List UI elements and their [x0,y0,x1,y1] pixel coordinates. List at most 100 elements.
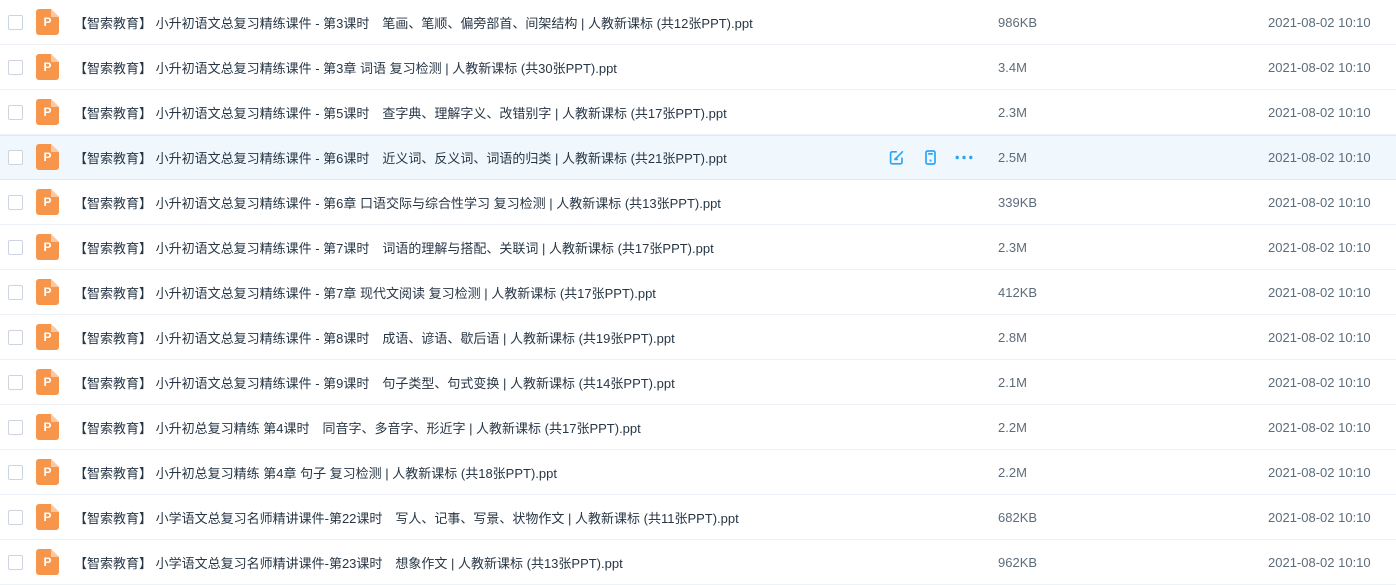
ppt-file-icon: P [36,369,59,395]
row-checkbox[interactable] [8,555,23,570]
file-name[interactable]: 【智索教育】 小升初语文总复习精练课件 - 第9课时 句子类型、句式变换 | 人… [74,373,886,392]
file-size: 986KB [998,15,1268,30]
table-row[interactable]: P 【智索教育】 小升初语文总复习精练课件 - 第9课时 句子类型、句式变换 |… [0,360,1396,405]
ppt-icon-letter: P [43,151,51,163]
file-date: 2021-08-02 10:10 [1268,330,1368,345]
ppt-icon-letter: P [43,331,51,343]
file-date: 2021-08-02 10:10 [1268,420,1368,435]
ppt-icon-letter: P [43,556,51,568]
ppt-icon-letter: P [43,61,51,73]
row-checkbox[interactable] [8,465,23,480]
file-size: 962KB [998,555,1268,570]
table-row[interactable]: P 【智索教育】 小升初语文总复习精练课件 - 第5课时 查字典、理解字义、改错… [0,90,1396,135]
file-name[interactable]: 【智索教育】 小升初语文总复习精练课件 - 第6课时 近义词、反义词、词语的归类… [74,148,886,167]
file-date: 2021-08-02 10:10 [1268,555,1368,570]
file-date: 2021-08-02 10:10 [1268,240,1368,255]
ppt-file-icon: P [36,9,59,35]
file-date: 2021-08-02 10:10 [1268,465,1368,480]
ppt-file-icon: P [36,99,59,125]
table-row[interactable]: P 【智索教育】 小学语文总复习名师精讲课件-第23课时 想象作文 | 人教新课… [0,540,1396,585]
ppt-icon-letter: P [43,511,51,523]
file-name[interactable]: 【智索教育】 小升初语文总复习精练课件 - 第8课时 成语、谚语、歇后语 | 人… [74,328,886,347]
row-checkbox[interactable] [8,150,23,165]
table-row[interactable]: P 【智索教育】 小升初语文总复习精练课件 - 第6章 口语交际与综合性学习 复… [0,180,1396,225]
file-date: 2021-08-02 10:10 [1268,285,1368,300]
file-size: 2.1M [998,375,1268,390]
ppt-icon-fold [51,324,59,332]
edit-icon[interactable] [886,147,906,167]
table-row[interactable]: P 【智索教育】 小升初总复习精练 第4章 句子 复习检测 | 人教新课标 (共… [0,450,1396,495]
ppt-icon-fold [51,369,59,377]
ppt-icon-fold [51,459,59,467]
file-name[interactable]: 【智索教育】 小升初语文总复习精练课件 - 第7课时 词语的理解与搭配、关联词 … [74,238,886,257]
ppt-icon-letter: P [43,16,51,28]
file-name[interactable]: 【智索教育】 小学语文总复习名师精讲课件-第22课时 写人、记事、写景、状物作文… [74,508,886,527]
table-row[interactable]: P 【智索教育】 小学语文总复习名师精讲课件-第22课时 写人、记事、写景、状物… [0,495,1396,540]
file-date: 2021-08-02 10:10 [1268,150,1368,165]
ppt-file-icon: P [36,459,59,485]
ppt-file-icon: P [36,234,59,260]
ppt-icon-fold [51,189,59,197]
file-name[interactable]: 【智索教育】 小学语文总复习名师精讲课件-第23课时 想象作文 | 人教新课标 … [74,553,886,572]
ppt-file-icon: P [36,549,59,575]
ppt-icon-fold [51,504,59,512]
file-size: 2.5M [998,150,1268,165]
ppt-icon-letter: P [43,421,51,433]
table-row[interactable]: P 【智索教育】 小升初语文总复习精练课件 - 第7课时 词语的理解与搭配、关联… [0,225,1396,270]
file-list: P 【智索教育】 小升初语文总复习精练课件 - 第3课时 笔画、笔顺、偏旁部首、… [0,0,1396,577]
ppt-icon-letter: P [43,241,51,253]
file-size: 2.2M [998,465,1268,480]
table-row[interactable]: P 【智索教育】 小升初语文总复习精练课件 - 第7章 现代文阅读 复习检测 |… [0,270,1396,315]
file-name[interactable]: 【智索教育】 小升初语文总复习精练课件 - 第3章 词语 复习检测 | 人教新课… [74,58,886,77]
file-size: 2.3M [998,105,1268,120]
ppt-icon-fold [51,279,59,287]
ppt-icon-letter: P [43,106,51,118]
ppt-icon-fold [51,9,59,17]
ppt-icon-fold [51,54,59,62]
ppt-file-icon: P [36,54,59,80]
row-checkbox[interactable] [8,420,23,435]
table-row[interactable]: P 【智索教育】 小升初语文总复习精练课件 - 第6课时 近义词、反义词、词语的… [0,135,1396,180]
ppt-icon-fold [51,414,59,422]
row-checkbox[interactable] [8,330,23,345]
file-date: 2021-08-02 10:10 [1268,375,1368,390]
file-name[interactable]: 【智索教育】 小升初总复习精练 第4课时 同音字、多音字、形近字 | 人教新课标… [74,418,886,437]
row-checkbox[interactable] [8,60,23,75]
row-checkbox[interactable] [8,510,23,525]
row-checkbox[interactable] [8,105,23,120]
table-row[interactable]: P 【智索教育】 小升初语文总复习精练课件 - 第3章 词语 复习检测 | 人教… [0,45,1396,90]
file-date: 2021-08-02 10:10 [1268,60,1368,75]
file-name[interactable]: 【智索教育】 小升初总复习精练 第4章 句子 复习检测 | 人教新课标 (共18… [74,463,886,482]
ppt-file-icon: P [36,414,59,440]
file-size: 412KB [998,285,1268,300]
row-checkbox[interactable] [8,285,23,300]
file-size: 2.3M [998,240,1268,255]
file-name[interactable]: 【智索教育】 小升初语文总复习精练课件 - 第6章 口语交际与综合性学习 复习检… [74,193,886,212]
ppt-icon-fold [51,144,59,152]
file-name[interactable]: 【智索教育】 小升初语文总复习精练课件 - 第7章 现代文阅读 复习检测 | 人… [74,283,886,302]
ppt-file-icon: P [36,324,59,350]
file-date: 2021-08-02 10:10 [1268,195,1368,210]
file-name[interactable]: 【智索教育】 小升初语文总复习精练课件 - 第3课时 笔画、笔顺、偏旁部首、间架… [74,13,886,32]
ppt-icon-fold [51,99,59,107]
row-checkbox[interactable] [8,15,23,30]
row-checkbox[interactable] [8,240,23,255]
more-icon[interactable] [954,147,974,167]
row-checkbox[interactable] [8,195,23,210]
file-date: 2021-08-02 10:10 [1268,510,1368,525]
table-row[interactable]: P 【智索教育】 小升初语文总复习精练课件 - 第8课时 成语、谚语、歇后语 |… [0,315,1396,360]
file-name[interactable]: 【智索教育】 小升初语文总复习精练课件 - 第5课时 查字典、理解字义、改错别字… [74,103,886,122]
mobile-icon[interactable] [920,147,940,167]
table-row[interactable]: P 【智索教育】 小升初总复习精练 第4课时 同音字、多音字、形近字 | 人教新… [0,405,1396,450]
table-row[interactable]: P 【智索教育】 小升初语文总复习精练课件 - 第3课时 笔画、笔顺、偏旁部首、… [0,0,1396,45]
ppt-file-icon: P [36,279,59,305]
ppt-icon-letter: P [43,466,51,478]
ppt-file-icon: P [36,504,59,530]
row-actions [886,147,974,167]
ppt-file-icon: P [36,144,59,170]
ppt-icon-fold [51,234,59,242]
row-checkbox[interactable] [8,375,23,390]
file-size: 682KB [998,510,1268,525]
file-size: 2.2M [998,420,1268,435]
ppt-file-icon: P [36,189,59,215]
